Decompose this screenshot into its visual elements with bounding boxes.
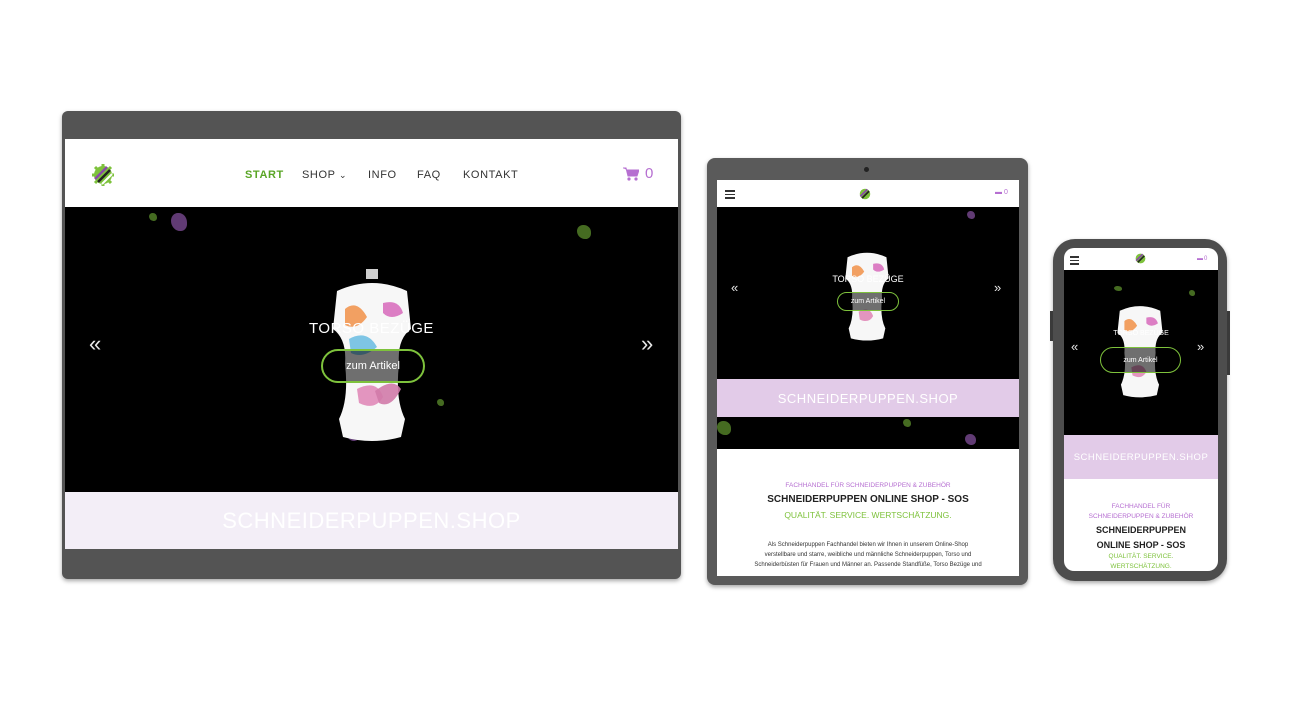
next-slide-icon[interactable]: » bbox=[994, 280, 1001, 295]
nav-start[interactable]: START bbox=[245, 169, 284, 181]
next-slide-icon[interactable]: » bbox=[641, 331, 653, 357]
intro-tagline-line: WERTSCHÄTZUNG. bbox=[1110, 563, 1172, 570]
camera-icon bbox=[864, 167, 869, 172]
nav-kontakt[interactable]: KONTAKT bbox=[463, 169, 518, 181]
petal-decoration bbox=[903, 419, 911, 427]
prev-slide-icon[interactable]: « bbox=[1071, 339, 1078, 354]
petal-decoration bbox=[967, 211, 975, 219]
petal-decoration bbox=[1114, 286, 1122, 291]
side-button bbox=[1050, 311, 1053, 341]
petal-decoration bbox=[149, 213, 157, 221]
prev-slide-icon[interactable]: « bbox=[731, 280, 738, 295]
cart-count: 0 bbox=[1004, 189, 1008, 196]
cart-count: 0 bbox=[645, 165, 654, 182]
hero-slider: TORSO BEZÜGE zum Artikel « » SCHNEIDERPU… bbox=[717, 207, 1019, 449]
intro-body-line: verstellbare und starre, weibliche und m… bbox=[764, 552, 972, 558]
cart-button[interactable]: 0 bbox=[623, 165, 653, 182]
nav-shop[interactable]: SHOP ⌄ bbox=[302, 169, 347, 181]
sos-logo-icon[interactable] bbox=[91, 163, 115, 187]
sos-logo-icon[interactable] bbox=[1134, 252, 1147, 265]
next-slide-icon[interactable]: » bbox=[1197, 339, 1204, 354]
side-button bbox=[1227, 311, 1230, 375]
tablet-screen: ▬ 0 TORSO BEZÜGE zum Artikel « » SCHNEIDE… bbox=[717, 180, 1019, 576]
cart-icon bbox=[623, 167, 639, 181]
intro-kicker: FACHHANDEL FÜR SCHNEIDERPUPPEN & ZUBEHÖR bbox=[785, 482, 951, 489]
chevron-down-icon: ⌄ bbox=[339, 170, 348, 180]
brand-banner: SCHNEIDERPUPPEN.SHOP bbox=[717, 379, 1019, 417]
zum-artikel-button[interactable]: zum Artikel bbox=[321, 349, 425, 383]
intro-heading-line: ONLINE SHOP - SOS bbox=[1096, 540, 1186, 550]
intro-kicker-line: FACHHANDEL FÜR bbox=[1111, 503, 1171, 510]
tablet-mockup: ▬ 0 TORSO BEZÜGE zum Artikel « » SCHNEIDE… bbox=[707, 158, 1028, 585]
laptop-mockup: START SHOP ⌄ INFO FAQ KONTAKT 0 TORSO BE… bbox=[62, 111, 681, 579]
cart-button[interactable]: ▬ 0 bbox=[1197, 256, 1207, 262]
site-header: START SHOP ⌄ INFO FAQ KONTAKT 0 bbox=[65, 139, 678, 207]
cart-button[interactable]: ▬ 0 bbox=[995, 189, 1008, 196]
petal-decoration bbox=[171, 213, 187, 231]
slide-title: TORSO BEZÜGE bbox=[1113, 330, 1169, 337]
petal-decoration bbox=[965, 434, 976, 445]
nav-faq[interactable]: FAQ bbox=[417, 169, 441, 181]
hero-slider: TORSO BEZÜGE zum Artikel « » bbox=[65, 207, 678, 492]
petal-decoration bbox=[437, 399, 444, 406]
intro-tagline-line: QUALITÄT. SERVICE. bbox=[1108, 553, 1174, 560]
nav-shop-label: SHOP bbox=[302, 169, 336, 181]
phone-screen: ▬ 0 TORSO BEZÜGE zum Artikel « » SCHNEIDE… bbox=[1064, 248, 1218, 571]
intro-body-line: Als Schneiderpuppen Fachhandel bieten wi… bbox=[767, 542, 969, 548]
menu-icon[interactable] bbox=[725, 190, 735, 201]
sos-logo-icon[interactable] bbox=[858, 187, 872, 201]
petal-decoration bbox=[717, 421, 731, 435]
laptop-screen: START SHOP ⌄ INFO FAQ KONTAKT 0 TORSO BE… bbox=[65, 139, 678, 549]
slide-title: TORSO BEZÜGE bbox=[832, 274, 904, 284]
petal-decoration bbox=[1189, 290, 1195, 296]
cart-count: 0 bbox=[1204, 256, 1208, 262]
zum-artikel-button[interactable]: zum Artikel bbox=[837, 292, 899, 311]
intro-body-line: Schneiderbüsten für Frauen und Männer an… bbox=[754, 562, 982, 568]
menu-icon[interactable] bbox=[1070, 256, 1079, 267]
petal-decoration bbox=[577, 225, 591, 239]
phone-mockup: ▬ 0 TORSO BEZÜGE zum Artikel « » SCHNEIDE… bbox=[1050, 239, 1230, 581]
brand-banner: SCHNEIDERPUPPEN.SHOP bbox=[65, 492, 678, 549]
prev-slide-icon[interactable]: « bbox=[89, 331, 101, 357]
hero-slider: TORSO BEZÜGE zum Artikel « » bbox=[1064, 270, 1218, 435]
zum-artikel-button[interactable]: zum Artikel bbox=[1100, 347, 1181, 373]
nav-info[interactable]: INFO bbox=[368, 169, 397, 181]
brand-banner: SCHNEIDERPUPPEN.SHOP bbox=[1064, 435, 1218, 479]
intro-heading-line: SCHNEIDERPUPPEN bbox=[1095, 525, 1187, 535]
cart-icon: ▬ bbox=[995, 189, 1002, 196]
intro-heading: SCHNEIDERPUPPEN ONLINE SHOP - SOS bbox=[767, 494, 969, 505]
cart-icon: ▬ bbox=[1197, 256, 1203, 262]
intro-kicker-line: SCHNEIDERPUPPEN & ZUBEHÖR bbox=[1088, 513, 1194, 520]
slide-title: TORSO BEZÜGE bbox=[309, 320, 434, 337]
intro-tagline: QUALITÄT. SERVICE. WERTSCHÄTZUNG. bbox=[784, 510, 952, 520]
